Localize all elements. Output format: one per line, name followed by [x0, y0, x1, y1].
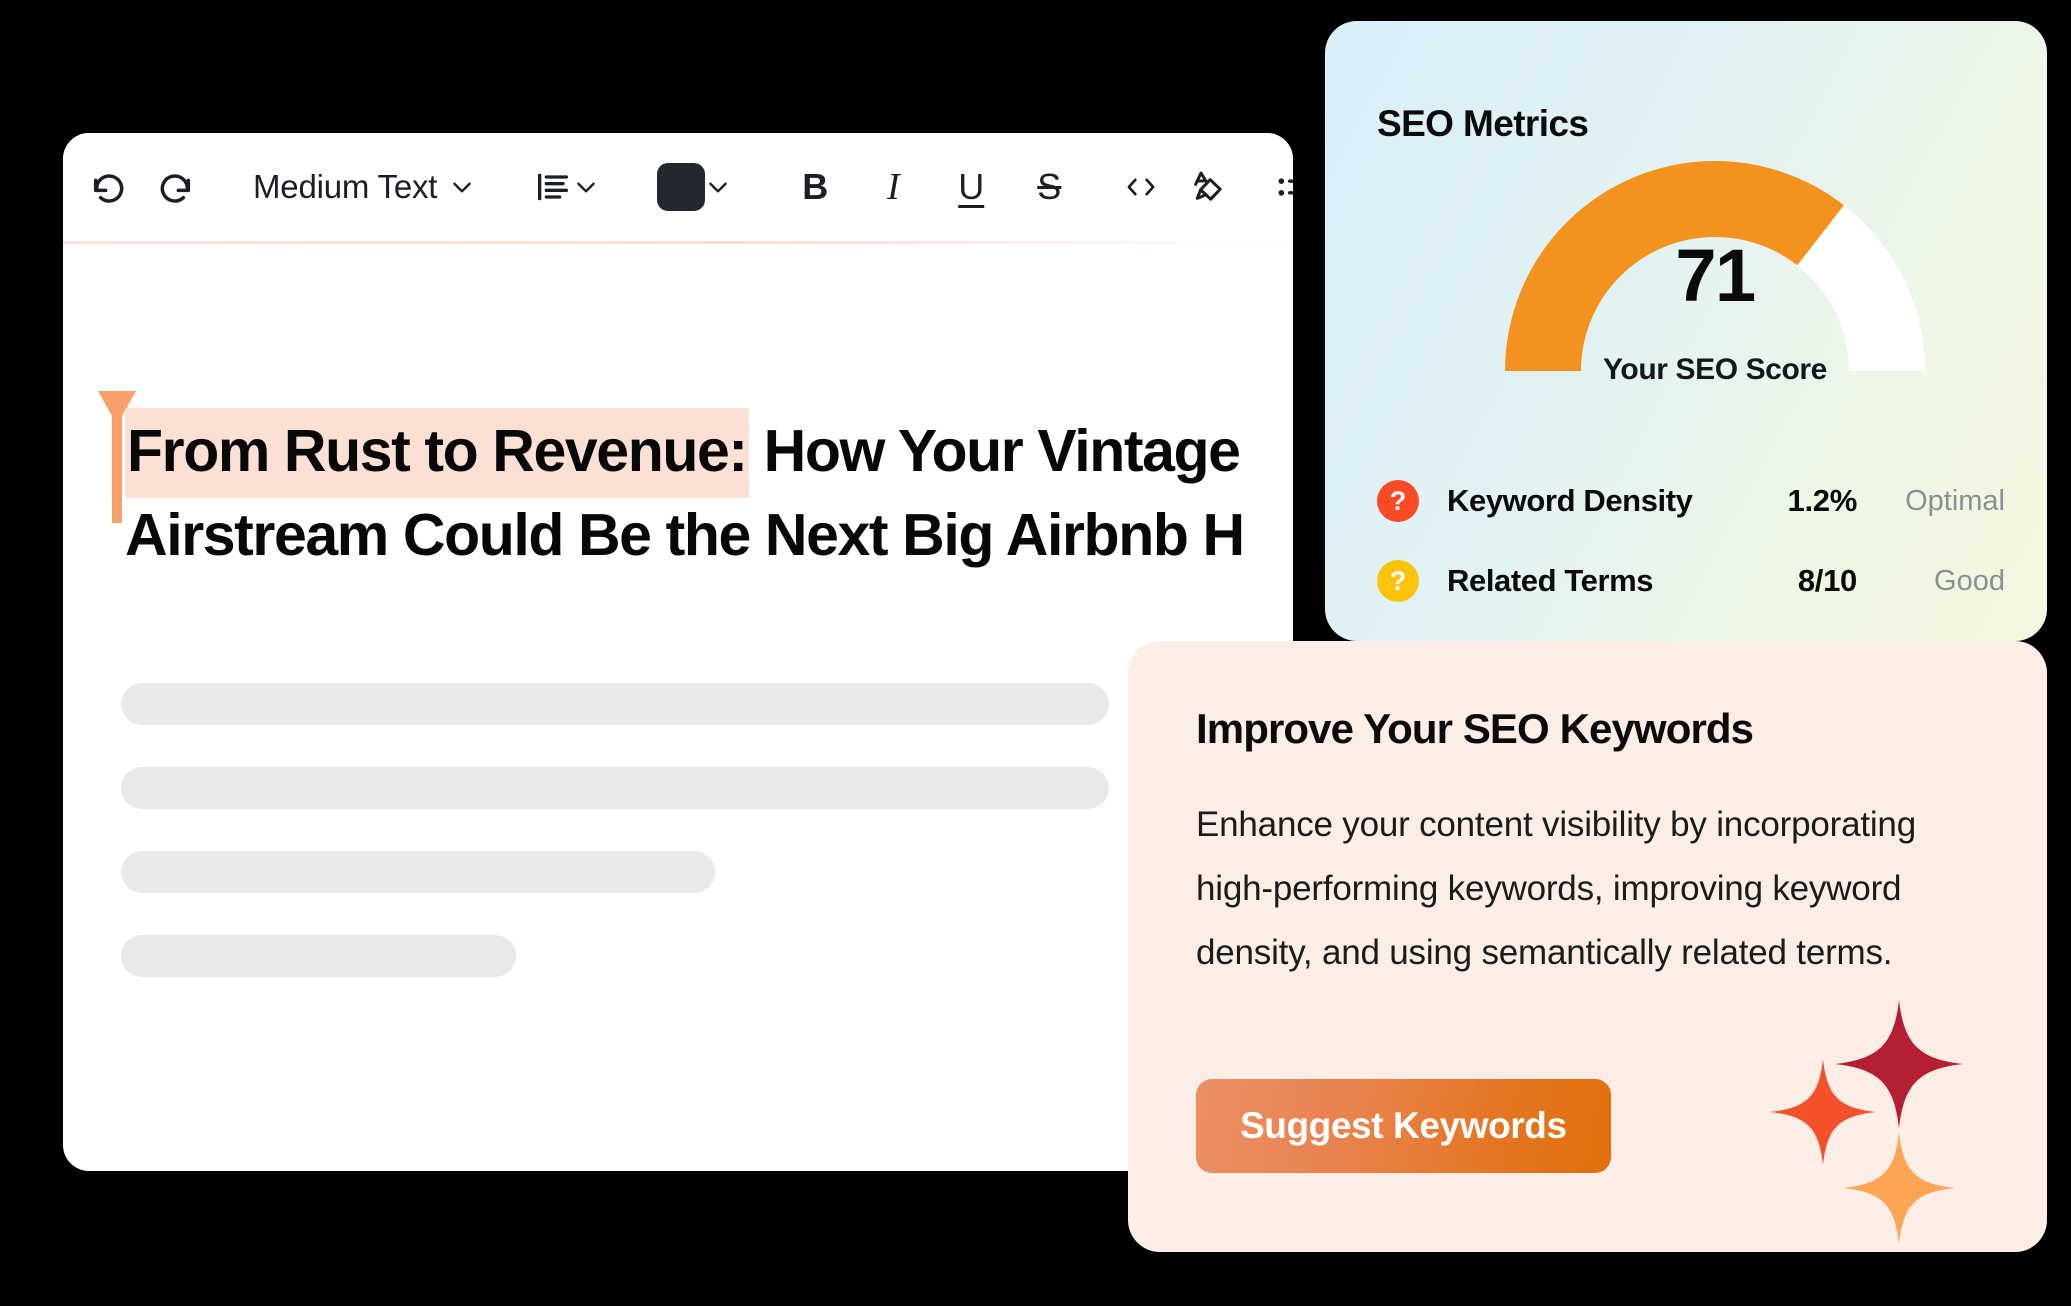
headline-highlighted-part: From Rust to Revenue:: [125, 408, 749, 498]
help-badge-icon[interactable]: ?: [1377, 480, 1419, 522]
code-button[interactable]: [1121, 155, 1161, 219]
headline-second-line: Airstream Could Be the Next Big Airbnb H: [125, 502, 1245, 568]
strikethrough-label: S: [1037, 166, 1062, 207]
metric-status: Optimal: [1905, 484, 2005, 517]
skeleton-line: [121, 683, 1109, 725]
bold-button[interactable]: B: [789, 155, 841, 219]
underline-button[interactable]: U: [945, 155, 997, 219]
redo-icon: [160, 174, 191, 203]
italic-label: I: [886, 166, 900, 208]
text-cursor-marker: [98, 391, 136, 523]
improve-card-title: Improve Your SEO Keywords: [1196, 705, 1754, 752]
bullet-list-button[interactable]: [1273, 155, 1293, 219]
suggest-keywords-button[interactable]: Suggest Keywords: [1196, 1079, 1611, 1173]
skeleton-line: [121, 851, 715, 893]
skeleton-line: [121, 935, 516, 977]
text-style-label: Medium Text: [253, 168, 438, 205]
document-headline[interactable]: From Rust to Revenue: How Your Vintage A…: [125, 408, 1293, 577]
color-swatch: [657, 163, 706, 211]
screenshot-root: Medium Text B I U S From Rust to Revenue…: [0, 0, 2071, 1306]
align-left-icon: [538, 173, 569, 201]
underline-label: U: [958, 166, 985, 207]
sparkle-orange-red: [1770, 1059, 1876, 1165]
sparkles-icon: [1770, 1000, 1963, 1244]
undo-icon: [93, 174, 124, 203]
metric-name: Related Terms: [1447, 563, 1654, 598]
metric-value: 8/10: [1797, 563, 1857, 598]
seo-score-value: 71: [1675, 234, 1756, 317]
chevron-down-icon: [577, 182, 596, 193]
skeleton-line: [121, 767, 1109, 809]
improve-seo-card: Improve Your SEO Keywords Enhance your c…: [1128, 641, 2047, 1252]
editor-toolbar: Medium Text B I U S: [63, 133, 1293, 241]
metric-value: 1.2%: [1787, 483, 1858, 518]
headline-rest-part: How Your Vintage: [748, 418, 1241, 484]
seo-score-gauge: 71 Your SEO Score: [1505, 161, 1925, 411]
align-dropdown-chevron[interactable]: [573, 155, 599, 219]
bold-label: B: [802, 166, 829, 207]
metric-name: Keyword Density: [1447, 483, 1693, 518]
improve-card-description: Enhance your content visibility by incor…: [1196, 805, 1916, 972]
undo-button[interactable]: [89, 155, 129, 219]
sparkle-decoration: [1741, 952, 2041, 1252]
help-badge-icon[interactable]: ?: [1377, 560, 1419, 602]
text-color-button[interactable]: [657, 155, 706, 219]
text-highlight-icon: [1194, 171, 1222, 201]
text-color-chevron[interactable]: [705, 155, 731, 219]
bullet-list-icon: [1278, 178, 1293, 196]
toolbar-divider: [63, 241, 1293, 244]
italic-button[interactable]: I: [867, 155, 919, 219]
chevron-down-icon: [453, 182, 472, 193]
sparkle-light-orange: [1843, 1132, 1955, 1244]
redo-button[interactable]: [155, 155, 195, 219]
metric-status: Good: [1934, 564, 2005, 597]
code-brackets-icon: [1127, 178, 1155, 196]
sparkle-dark-red: [1835, 1000, 1963, 1128]
editor-window: Medium Text B I U S From Rust to Revenue…: [63, 133, 1293, 1171]
metric-row-related-terms[interactable]: ? Related Terms 8/10 Good: [1377, 556, 2005, 606]
highlight-button[interactable]: [1187, 155, 1227, 219]
text-style-dropdown[interactable]: Medium Text: [253, 155, 475, 219]
chevron-down-icon: [709, 182, 728, 193]
seo-metrics-panel: SEO Metrics 71 Your SEO Score ? Keyword …: [1325, 21, 2047, 641]
strikethrough-button[interactable]: S: [1023, 155, 1075, 219]
seo-score-label: Your SEO Score: [1603, 353, 1827, 386]
metric-row-keyword-density[interactable]: ? Keyword Density 1.2% Optimal: [1377, 476, 2005, 526]
align-dropdown[interactable]: [533, 155, 573, 219]
seo-panel-title: SEO Metrics: [1377, 103, 1589, 144]
